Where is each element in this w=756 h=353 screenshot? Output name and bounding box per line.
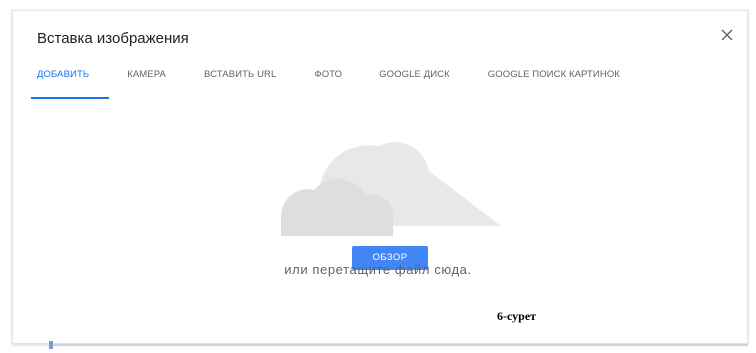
- figure-caption: 6-сурет: [497, 309, 537, 323]
- tab-insert-url[interactable]: ВСТАВИТЬ URL: [204, 69, 276, 99]
- tab-bar: ДОБАВИТЬ КАМЕРА ВСТАВИТЬ URL ФОТО GOOGLE…: [30, 69, 620, 99]
- drop-hint: или перетащите файл сюда.: [284, 262, 472, 277]
- close-icon[interactable]: [717, 25, 737, 45]
- insert-image-dialog: Вставка изображения ДОБАВИТЬ КАМЕРА ВСТА…: [12, 10, 748, 344]
- cloud-icon: [279, 136, 501, 236]
- tab-google-image-search[interactable]: GOOGLE ПОИСК КАРТИНОК: [488, 69, 620, 99]
- tab-photos[interactable]: ФОТО: [314, 69, 342, 99]
- tab-upload[interactable]: ДОБАВИТЬ: [30, 69, 110, 99]
- dialog-title: Вставка изображения: [37, 30, 189, 47]
- divider: [50, 344, 748, 346]
- divider-marker: [49, 341, 53, 349]
- tab-google-drive[interactable]: GOOGLE ДИСК: [379, 69, 450, 99]
- tab-camera[interactable]: КАМЕРА: [127, 69, 166, 99]
